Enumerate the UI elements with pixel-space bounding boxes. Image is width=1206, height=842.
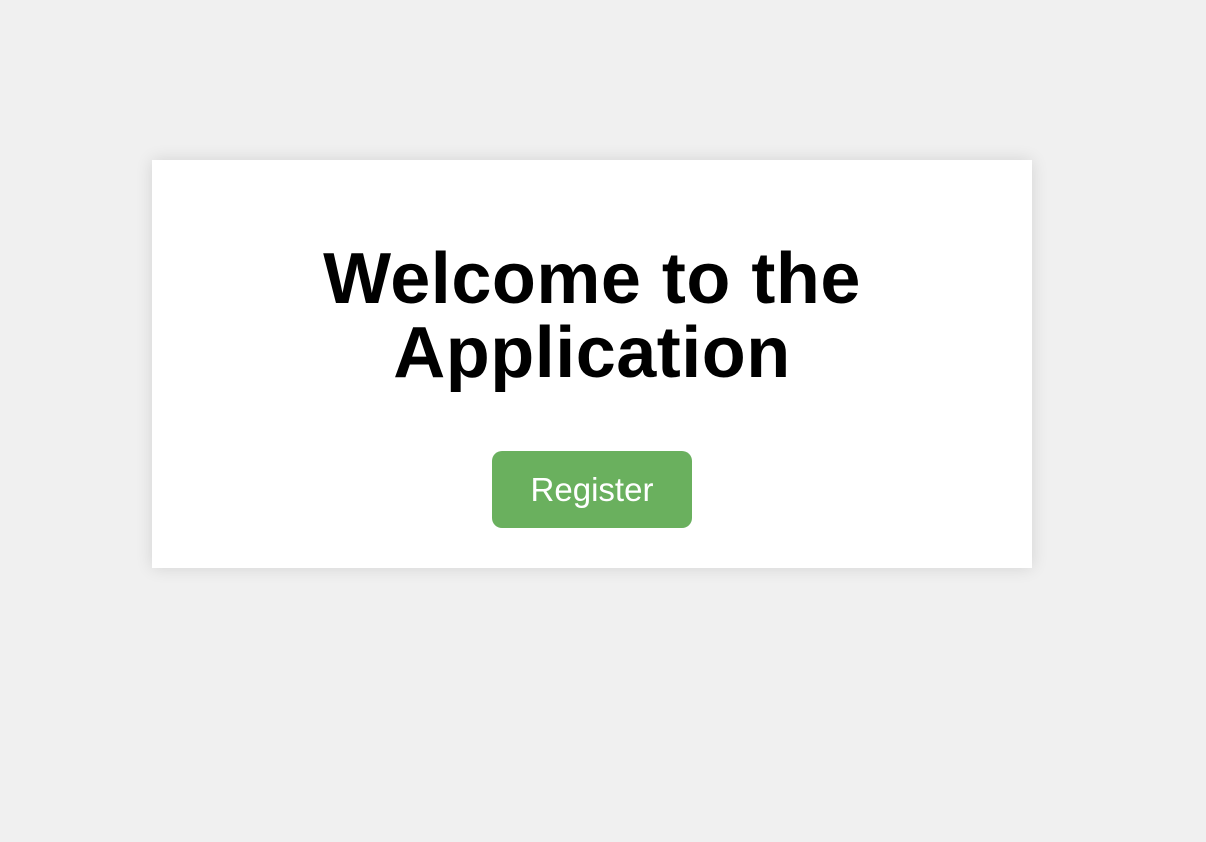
page-title-line-2: Application [393,313,791,393]
page-title-line-1: Welcome to the [323,239,861,319]
page-title: Welcome to the Application [152,242,1032,390]
register-button[interactable]: Register [492,451,692,528]
welcome-card: Welcome to the Application Register [152,160,1032,568]
